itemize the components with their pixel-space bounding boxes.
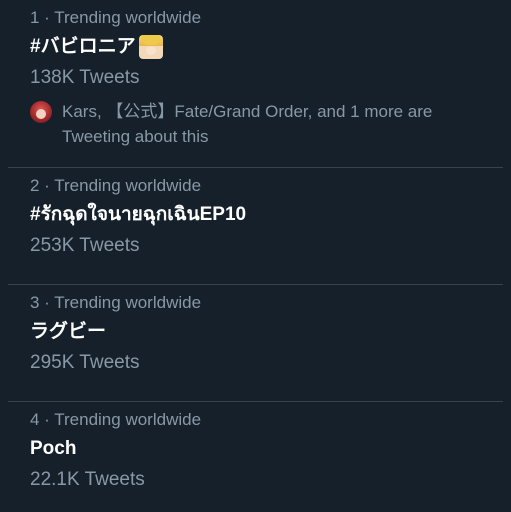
trend-meta: 2 · Trending worldwide xyxy=(30,176,202,195)
tweet-count: 253K Tweets xyxy=(30,235,140,256)
character-emoji-icon xyxy=(138,35,163,59)
trend-item-3[interactable]: 3 · Trending worldwide ラグビー 295K Tweets xyxy=(8,285,503,402)
trend-meta: 1 · Trending worldwide xyxy=(30,8,202,27)
trend-item-2[interactable]: 2 · Trending worldwide #รักฉุดใจนายฉุกเฉ… xyxy=(8,168,503,285)
tweet-count: 295K Tweets xyxy=(30,352,140,373)
trend-title: Poch xyxy=(30,438,77,459)
trend-context-line: Tweeting about this xyxy=(62,127,209,146)
trend-meta: 4 · Trending worldwide xyxy=(30,410,202,429)
avatar xyxy=(30,101,52,123)
trend-item-1[interactable]: 1 · Trending worldwide #バビロニア 138K Tweet… xyxy=(8,0,503,168)
trend-title: #รักฉุดใจนายฉุกเฉินEP10 xyxy=(30,204,247,225)
trend-context-line: Kars, 【公式】Fate/Grand Order, and 1 more a… xyxy=(62,102,433,121)
trend-context-text: Kars, 【公式】Fate/Grand Order, and 1 more a… xyxy=(62,99,432,149)
trend-context: Kars, 【公式】Fate/Grand Order, and 1 more a… xyxy=(30,99,503,149)
trend-meta: 3 · Trending worldwide xyxy=(30,293,202,312)
tweet-count: 138K Tweets xyxy=(30,67,140,88)
trend-title: ラグビー xyxy=(30,321,107,342)
trend-item-4[interactable]: 4 · Trending worldwide Poch 22.1K Tweets xyxy=(8,402,503,512)
trend-title: #バビロニア xyxy=(30,35,503,59)
trend-title-text: #バビロニア xyxy=(30,36,136,57)
tweet-count: 22.1K Tweets xyxy=(30,469,145,490)
